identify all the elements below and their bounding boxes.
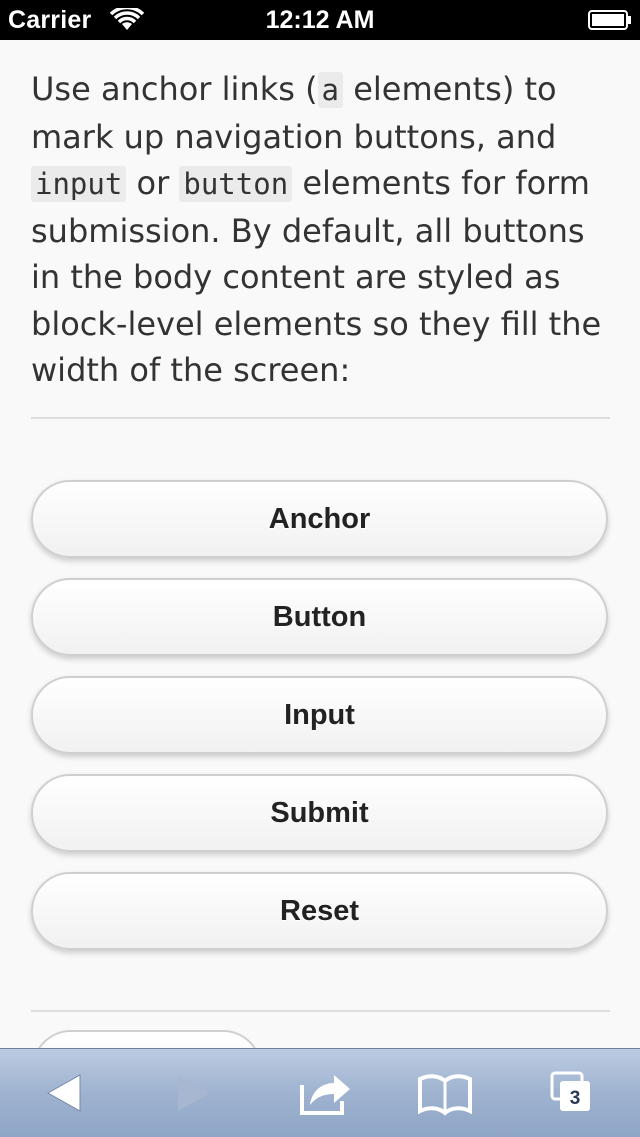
divider [31, 417, 610, 419]
code-input: input [31, 166, 127, 202]
status-bar: Carrier 12:12 AM [0, 0, 640, 40]
forward-icon[interactable] [170, 1067, 220, 1119]
browser-toolbar [0, 1048, 640, 1137]
input-button[interactable]: Input [31, 676, 608, 754]
partial-button[interactable] [32, 1030, 262, 1048]
page-content: Use anchor links (a elements) to mark up… [0, 40, 640, 1048]
back-icon[interactable] [40, 1067, 90, 1119]
submit-button[interactable]: Submit [31, 774, 608, 852]
battery-icon [588, 10, 631, 30]
code-a: a [317, 72, 344, 108]
reset-button[interactable]: Reset [31, 872, 608, 950]
divider [31, 1010, 610, 1012]
tabs-count: 3 [569, 1088, 581, 1109]
intro-text-1: Use anchor links ( [31, 70, 318, 108]
code-button: button [179, 166, 293, 202]
status-time: 12:12 AM [265, 6, 375, 34]
bookmarks-icon[interactable] [416, 1067, 474, 1119]
intro-paragraph: Use anchor links (a elements) to mark up… [31, 66, 611, 394]
intro-text-3: or [126, 164, 180, 202]
share-icon[interactable] [296, 1067, 354, 1119]
anchor-button[interactable]: Anchor [31, 480, 608, 558]
button-button[interactable]: Button [31, 578, 608, 656]
